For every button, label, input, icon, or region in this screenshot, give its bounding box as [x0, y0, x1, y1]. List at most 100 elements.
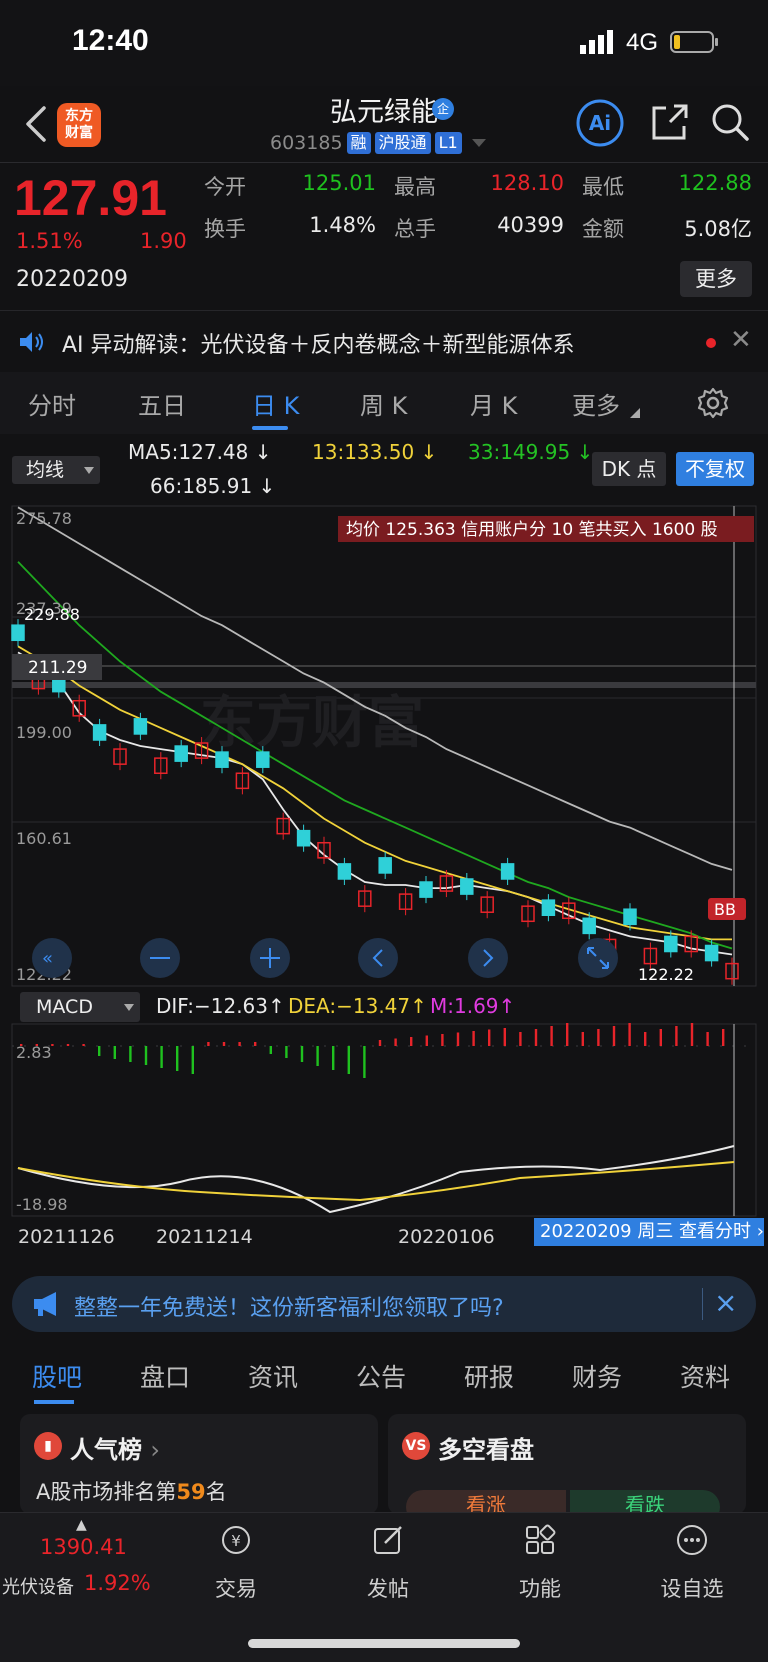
sector-index-value[interactable]: 1390.41: [40, 1535, 127, 1559]
ai-assistant-icon[interactable]: Ai: [575, 98, 625, 148]
tab-five-day[interactable]: 五日: [138, 386, 186, 421]
more-quote-button[interactable]: 更多: [680, 261, 752, 297]
macd-bar: [425, 1035, 428, 1046]
view-intraday-tip[interactable]: 20220209 周三 查看分时 ›: [534, 1218, 764, 1246]
macd-bar: [363, 1046, 366, 1078]
more-dots-icon: [677, 1525, 707, 1555]
ai-analysis-bar[interactable]: AI 异动解读：光伏设备＋反内卷概念＋新型能源体系 ✕: [0, 310, 768, 372]
tab-research[interactable]: 研报: [464, 1358, 514, 1394]
rank-text: A股市场排名第59名: [36, 1480, 227, 1504]
ma5-value: MA5:127.48 ↓: [128, 440, 272, 464]
ranking-icon: ▮: [34, 1432, 62, 1460]
dropdown-triangle-icon: [84, 467, 94, 474]
nav-trade[interactable]: ¥ 交易: [176, 1523, 296, 1603]
promo-banner[interactable]: 整整一年免费送！这份新客福利您领取了吗? ×: [12, 1276, 756, 1332]
sector-name[interactable]: 光伏设备: [2, 1573, 74, 1599]
macd-bar: [722, 1029, 725, 1046]
long-short-card[interactable]: VS 多空看盘 看涨 看跌: [388, 1414, 746, 1514]
ma66-value: 66:185.91 ↓: [150, 474, 276, 498]
macd-bar: [113, 1046, 116, 1059]
dif-line: [17, 1145, 735, 1214]
macd-bar: [550, 1026, 553, 1046]
high-value: 128.10: [490, 171, 564, 195]
chart-nav-buttons: «: [32, 938, 618, 978]
expand-up-icon[interactable]: ▲: [76, 1517, 87, 1533]
popularity-card[interactable]: ▮ 人气榜 › A股市场排名第59名: [20, 1414, 378, 1514]
dropdown-triangle-icon[interactable]: [470, 137, 488, 149]
volume-label: 总手: [394, 217, 436, 241]
macd-bar: [503, 1028, 506, 1046]
tab-finance[interactable]: 财务: [572, 1358, 622, 1394]
up-arrow-icon: ↑: [410, 994, 427, 1018]
candle-body: [378, 857, 392, 874]
macd-select[interactable]: MACD: [20, 992, 140, 1022]
date-label: 20211214: [156, 1226, 253, 1248]
turnover-value: 1.48%: [309, 213, 376, 237]
close-icon[interactable]: ×: [714, 1286, 737, 1319]
macd-bar: [659, 1029, 662, 1046]
tab-profile[interactable]: 资料: [680, 1358, 730, 1394]
stock-header: 东方 财富 弘元绿能 企 603185 融 沪股通 L1 Ai: [0, 86, 768, 162]
no-adjust-button[interactable]: 不复权: [676, 452, 754, 486]
change-percent: 1.51%: [16, 229, 83, 253]
tab-daily-k[interactable]: 日 K: [252, 386, 299, 421]
macd-histogram: [20, 1023, 725, 1078]
nav-add-watchlist[interactable]: 设自选: [632, 1523, 752, 1603]
dk-point-button[interactable]: DK 点: [592, 452, 666, 486]
tab-monthly-k[interactable]: 月 K: [470, 386, 517, 421]
candle-body: [11, 624, 25, 642]
candlestick-chart[interactable]: 东方财富 275.78 237.39 199.00 160.61 122.22 …: [0, 502, 768, 988]
tab-weekly-k[interactable]: 周 K: [360, 386, 407, 421]
macd-chart[interactable]: 2.83 -18.98: [0, 1022, 768, 1218]
signal-icon: [580, 30, 613, 54]
promo-text: 整整一年免费送！这份新客福利您领取了吗?: [74, 1296, 504, 1321]
content-tabs: 股吧 盘口 资讯 公告 研报 财务 资料: [0, 1346, 768, 1406]
m-value: M:1.69↑: [430, 994, 516, 1018]
close-icon[interactable]: ✕: [730, 325, 752, 355]
nav-functions[interactable]: 功能: [480, 1523, 600, 1603]
share-icon[interactable]: [650, 102, 690, 142]
tab-intraday[interactable]: 分时: [28, 386, 76, 421]
sector-change-pct[interactable]: 1.92%: [84, 1571, 151, 1595]
divider: [702, 1288, 703, 1320]
macd-bar: [566, 1023, 569, 1046]
change-amount: 1.90: [140, 229, 187, 253]
tab-forum[interactable]: 股吧: [32, 1358, 82, 1394]
macd-bar: [628, 1023, 631, 1046]
gear-icon[interactable]: [696, 386, 730, 420]
candle-body: [500, 863, 515, 880]
macd-bar: [597, 1029, 600, 1046]
card-title: 多空看盘: [438, 1436, 534, 1464]
tab-news[interactable]: 资讯: [248, 1358, 298, 1394]
macd-bar: [472, 1031, 475, 1046]
ai-analysis-text: AI 异动解读：光伏设备＋反内卷概念＋新型能源体系: [62, 333, 575, 358]
macd-bar: [176, 1046, 179, 1071]
macd-bar: [488, 1029, 491, 1046]
candle-body: [296, 829, 311, 847]
dropdown-triangle-icon: [124, 1004, 134, 1011]
corner-triangle-icon: [630, 408, 640, 418]
ma33-value: 33:149.95 ↓: [468, 440, 594, 464]
macd-bar: [519, 1032, 522, 1046]
dea-value: DEA:−13.47↑: [288, 994, 427, 1018]
amount-value: 5.08亿: [684, 217, 752, 241]
enterprise-tag: 企: [432, 98, 454, 120]
double-left-icon: «: [42, 948, 53, 969]
tab-announcements[interactable]: 公告: [356, 1358, 406, 1394]
macd-bar: [316, 1046, 319, 1066]
ma-select[interactable]: 均线: [12, 456, 100, 484]
stock-code: 603185: [270, 132, 343, 154]
turnover-label: 换手: [204, 217, 246, 241]
nav-post[interactable]: 发帖: [328, 1523, 448, 1603]
price-label-4: 160.61: [16, 829, 72, 848]
bottom-navigation: ▲ 1390.41 光伏设备 1.92% ¥ 交易 发帖 功能 设自选: [0, 1512, 768, 1662]
date-label: 20211126: [18, 1226, 115, 1248]
candle-body: [623, 908, 637, 926]
open-label: 今开: [204, 175, 246, 199]
bearish-button[interactable]: 看跌: [570, 1490, 720, 1514]
candle-body: [92, 724, 107, 741]
bullish-button[interactable]: 看涨: [406, 1490, 566, 1514]
tab-more[interactable]: 更多: [572, 386, 620, 421]
tab-orderbook[interactable]: 盘口: [140, 1358, 190, 1394]
search-icon[interactable]: [710, 102, 750, 142]
